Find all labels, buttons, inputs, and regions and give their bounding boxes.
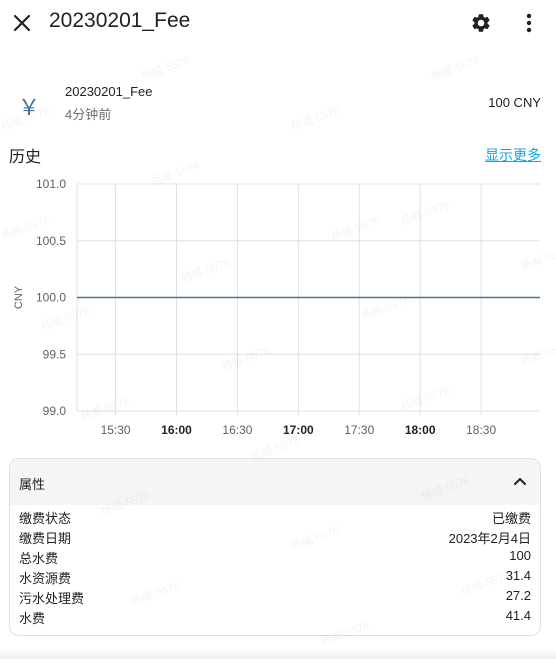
close-icon xyxy=(13,14,31,32)
attribute-value: 2023年2月4日 xyxy=(448,531,531,546)
attribute-row: 污水处理费 27.2 xyxy=(19,588,531,608)
currency-icon: ￥ xyxy=(18,95,41,120)
attributes-expander[interactable]: 属性 xyxy=(10,459,540,505)
attribute-value: 27.2 xyxy=(505,588,531,603)
more-vertical-icon xyxy=(526,13,532,33)
history-chart: 101.0 100.5 100.0 99.5 99.0 15:30 16:00 16:30 17… xyxy=(13,177,540,437)
bottom-edge xyxy=(0,648,556,659)
attribute-key: 水资源费 xyxy=(19,571,72,586)
x-tick-label: 17:30 xyxy=(344,423,374,437)
settings-button[interactable] xyxy=(467,9,495,37)
y-tick-label: 99.5 xyxy=(43,347,67,361)
attributes-header-label: 属性 xyxy=(19,477,46,492)
attribute-value: 41.4 xyxy=(505,608,531,623)
attributes-card: 属性 缴费状态 已缴费 缴费日期 2023年2月4日 总水费 100 水资源费 … xyxy=(9,458,541,636)
attribute-key: 缴费日期 xyxy=(19,531,72,546)
entity-state-value: 100 CNY xyxy=(488,95,541,110)
entity-last-changed: 4分钟前 xyxy=(65,107,112,122)
attribute-key: 缴费状态 xyxy=(19,511,72,526)
x-tick-label: 16:30 xyxy=(222,423,252,437)
attribute-row: 缴费日期 2023年2月4日 xyxy=(19,528,531,548)
x-tick-label: 18:00 xyxy=(405,423,436,437)
attribute-row: 总水费 100 xyxy=(19,548,531,568)
attribute-value: 31.4 xyxy=(505,568,531,583)
chevron-up-icon xyxy=(514,478,526,485)
x-tick-label: 16:00 xyxy=(161,423,192,437)
attribute-key: 污水处理费 xyxy=(19,591,85,606)
attribute-value: 已缴费 xyxy=(491,511,531,526)
x-tick-label: 17:00 xyxy=(283,423,314,437)
y-tick-label: 101.0 xyxy=(36,177,66,191)
dialog-header: 20230201_Fee xyxy=(0,0,556,46)
dialog-title: 20230201_Fee xyxy=(49,9,191,32)
x-tick-label: 18:30 xyxy=(466,423,496,437)
close-button[interactable] xyxy=(8,9,36,37)
entity-name: 20230201_Fee xyxy=(65,84,153,99)
attribute-row: 水费 41.4 xyxy=(19,608,531,628)
more-button[interactable] xyxy=(515,9,543,37)
y-tick-label: 100.0 xyxy=(36,291,66,305)
attribute-row: 缴费状态 已缴费 xyxy=(19,508,531,528)
x-tick-label: 15:30 xyxy=(101,423,131,437)
attribute-value: 100 xyxy=(509,548,531,563)
gear-icon xyxy=(472,14,490,32)
y-axis-title: CNY xyxy=(13,285,25,309)
entity-row: ￥ 20230201_Fee 4分钟前 100 CNY xyxy=(0,78,556,128)
attribute-key: 总水费 xyxy=(19,551,59,566)
attribute-row: 水资源费 31.4 xyxy=(19,568,531,588)
y-tick-label: 100.5 xyxy=(36,234,66,248)
attribute-key: 水费 xyxy=(19,611,46,626)
show-more-link[interactable]: 显示更多 xyxy=(485,145,541,165)
y-tick-label: 99.0 xyxy=(43,404,67,418)
history-title: 历史 xyxy=(9,149,42,166)
